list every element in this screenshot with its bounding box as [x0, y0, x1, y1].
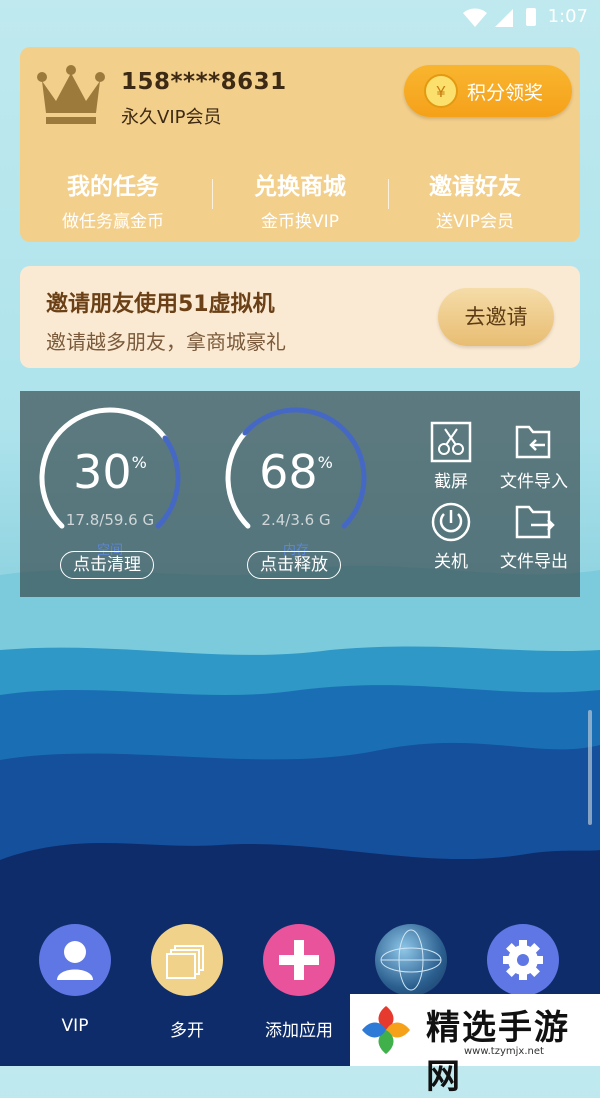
task-subtitle: 送VIP会员	[436, 212, 514, 232]
scrollbar[interactable]	[588, 710, 592, 825]
folder-import-icon	[515, 425, 551, 459]
memory-gauge: 68% 2.4/3.6 G 内存	[221, 403, 371, 558]
account-phone: 158****8631	[121, 69, 287, 95]
watermark-logo-icon	[362, 1006, 410, 1054]
exchange-mall-button[interactable]: 兑换商城 金币换VIP	[207, 167, 393, 232]
windows-icon	[151, 924, 223, 996]
user-icon	[39, 924, 111, 996]
signal-icon	[495, 9, 513, 27]
shutdown-label: 关机	[434, 552, 468, 572]
invite-subtitle: 邀请越多朋友，拿商城豪礼	[46, 330, 286, 354]
dock-globe-button[interactable]	[366, 924, 456, 996]
storage-detail: 17.8/59.6 G	[65, 511, 155, 529]
task-title: 我的任务	[67, 174, 159, 200]
status-time: 1:07	[547, 6, 588, 27]
task-subtitle: 做任务赢金币	[62, 212, 164, 232]
task-title: 兑换商城	[254, 174, 346, 200]
file-import-label: 文件导入	[500, 472, 568, 492]
my-tasks-button[interactable]: 我的任务 做任务赢金币	[20, 167, 206, 232]
clean-storage-button[interactable]: 点击清理	[60, 551, 154, 579]
task-subtitle: 金币换VIP	[261, 212, 339, 232]
reward-label: 积分领奖	[467, 82, 544, 104]
storage-percent: 30%	[73, 445, 147, 499]
storage-gauge: 30% 17.8/59.6 G 空间	[35, 403, 185, 558]
screenshot-button[interactable]: 截屏	[418, 421, 484, 492]
file-import-button[interactable]: 文件导入	[494, 421, 574, 492]
dock-add-app-button[interactable]: 添加应用	[254, 924, 344, 1041]
vip-level: 永久VIP会员	[121, 107, 222, 128]
dock-label: VIP	[61, 1016, 89, 1036]
go-invite-button[interactable]: 去邀请	[438, 288, 554, 346]
battery-icon	[526, 8, 536, 26]
coin-icon: ¥	[424, 74, 458, 108]
screenshot-label: 截屏	[434, 472, 468, 492]
task-title: 邀请好友	[429, 174, 521, 200]
file-export-button[interactable]: 文件导出	[494, 501, 574, 572]
dock-settings-button[interactable]	[478, 924, 568, 996]
dock-multi-open-button[interactable]: 多开	[142, 924, 232, 1041]
vip-card: 158****8631 永久VIP会员 ¥ 积分领奖 我的任务 做任务赢金币 兑…	[20, 47, 580, 242]
invite-title: 邀请朋友使用51虚拟机	[46, 292, 275, 317]
shutdown-button[interactable]: 关机	[418, 501, 484, 572]
file-export-label: 文件导出	[500, 552, 568, 572]
globe-icon	[375, 924, 447, 996]
wifi-icon	[463, 8, 487, 27]
scissors-icon	[430, 421, 472, 463]
dock-label: 添加应用	[265, 1021, 333, 1041]
plus-icon	[263, 924, 335, 996]
gear-icon	[487, 924, 559, 996]
folder-export-icon	[515, 505, 555, 539]
status-bar: 1:07	[0, 0, 600, 36]
free-memory-button[interactable]: 点击释放	[247, 551, 341, 579]
power-icon	[431, 502, 471, 542]
memory-detail: 2.4/3.6 G	[261, 511, 331, 529]
watermark-url: www.tzymjx.net	[464, 1046, 544, 1057]
watermark: 精选手游网 www.tzymjx.net	[350, 994, 600, 1097]
system-panel: 30% 17.8/59.6 G 空间 点击清理 68% 2.4/3.6 G 内存…	[20, 391, 580, 597]
points-reward-button[interactable]: ¥ 积分领奖	[404, 65, 572, 117]
svg-text:¥: ¥	[436, 84, 446, 101]
dock-vip-button[interactable]: VIP	[30, 924, 120, 1036]
invite-banner: 邀请朋友使用51虚拟机 邀请越多朋友，拿商城豪礼 去邀请	[20, 266, 580, 368]
dock-label: 多开	[170, 1021, 204, 1041]
invite-friends-button[interactable]: 邀请好友 送VIP会员	[382, 167, 568, 232]
memory-percent: 68%	[259, 445, 333, 499]
crown-icon	[37, 65, 105, 124]
